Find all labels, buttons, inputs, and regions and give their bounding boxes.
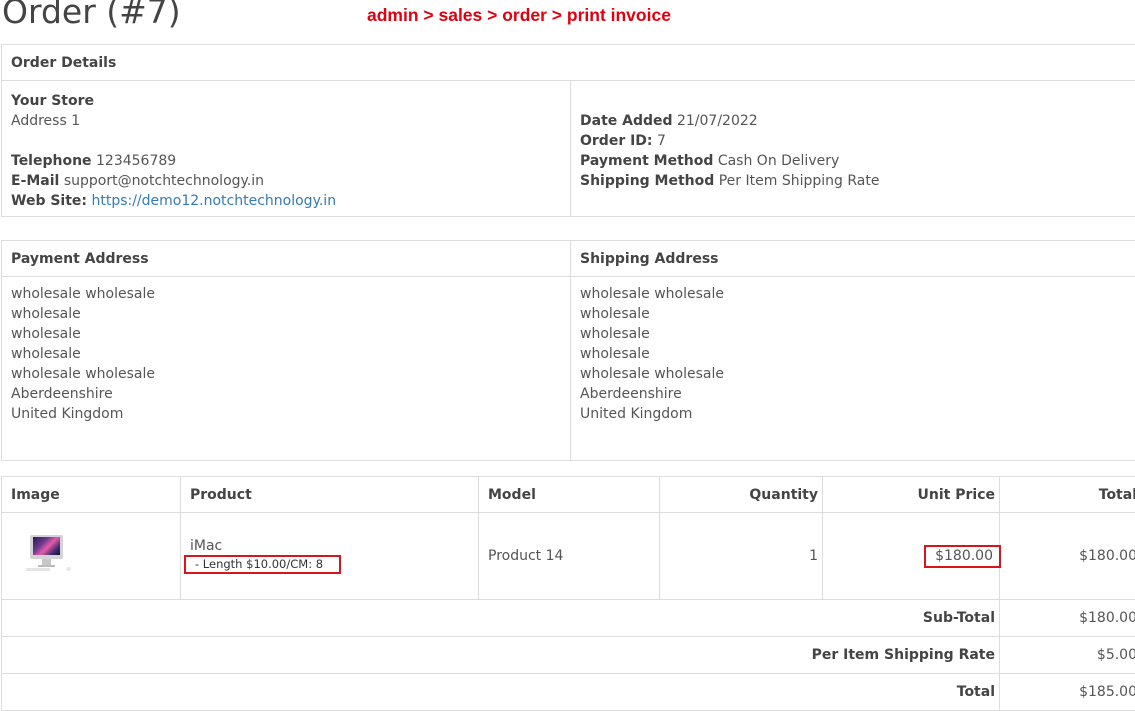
- address-line: wholesale: [11, 344, 570, 364]
- product-unit-price-cell: $180.00: [823, 513, 1000, 600]
- store-info: Your Store Address 1 Telephone 123456789…: [2, 81, 571, 217]
- col-image: Image: [2, 477, 181, 513]
- store-name: Your Store: [11, 93, 94, 109]
- payment-method-label: Payment Method: [580, 153, 713, 169]
- address-line: wholesale wholesale: [580, 364, 1135, 384]
- order-details-table: Order Details Your Store Address 1 Telep…: [1, 44, 1135, 217]
- order-id-value: 7: [657, 133, 666, 149]
- address-line: wholesale: [580, 324, 1135, 344]
- product-option-highlight: - Length $10.00/CM: 8: [184, 555, 341, 574]
- address-line: United Kingdom: [580, 404, 1135, 424]
- imac-product-image: [24, 535, 78, 577]
- col-unit-price: Unit Price: [823, 477, 1000, 513]
- address-line: wholesale wholesale: [11, 364, 570, 384]
- website-label: Web Site:: [11, 193, 87, 209]
- product-name-cell: iMac - Length $10.00/CM: 8: [181, 513, 479, 600]
- address-line: wholesale: [580, 344, 1135, 364]
- address-line: United Kingdom: [11, 404, 570, 424]
- subtotal-label: Sub-Total: [2, 600, 1000, 637]
- product-unit-price: $180.00: [935, 548, 993, 564]
- address-line: wholesale wholesale: [11, 284, 570, 304]
- order-id-label: Order ID:: [580, 133, 653, 149]
- address-line: wholesale wholesale: [580, 284, 1135, 304]
- total-value: $185.00: [1000, 674, 1135, 711]
- telephone-value: 123456789: [96, 153, 176, 169]
- product-model: Product 14: [479, 513, 660, 600]
- address-line: Aberdeenshire: [11, 384, 570, 404]
- table-row: iMac - Length $10.00/CM: 8 Product 14 1 …: [2, 513, 1135, 600]
- col-model: Model: [479, 477, 660, 513]
- product-total: $180.00: [1000, 513, 1135, 600]
- page-title: Order (#7): [2, 0, 181, 31]
- product-option: - Length $10.00/CM: 8: [195, 557, 323, 571]
- shipping-address: wholesale wholesale wholesale wholesale …: [571, 277, 1135, 461]
- product-name: iMac: [190, 538, 478, 554]
- total-row: Total $185.00: [2, 674, 1135, 711]
- email-value: support@notchtechnology.in: [64, 173, 264, 189]
- addresses-table: Payment Address Shipping Address wholesa…: [1, 240, 1135, 461]
- store-address: Address 1: [11, 113, 80, 129]
- payment-address-heading: Payment Address: [2, 241, 571, 277]
- shipping-label: Per Item Shipping Rate: [2, 637, 1000, 674]
- payment-method-value: Cash On Delivery: [718, 153, 839, 169]
- subtotal-value: $180.00: [1000, 600, 1135, 637]
- email-label: E-Mail: [11, 173, 59, 189]
- address-line: wholesale: [580, 304, 1135, 324]
- address-line: wholesale: [11, 324, 570, 344]
- address-line: wholesale: [11, 304, 570, 324]
- order-details-heading: Order Details: [2, 45, 1135, 81]
- col-quantity: Quantity: [660, 477, 823, 513]
- unit-price-highlight: $180.00: [924, 545, 1001, 568]
- shipping-method-label: Shipping Method: [580, 173, 714, 189]
- shipping-method-value: Per Item Shipping Rate: [719, 173, 880, 189]
- date-added-label: Date Added: [580, 113, 673, 129]
- website-link[interactable]: https://demo12.notchtechnology.in: [91, 193, 336, 209]
- col-total: Total: [1000, 477, 1135, 513]
- address-line: Aberdeenshire: [580, 384, 1135, 404]
- shipping-row: Per Item Shipping Rate $5.00: [2, 637, 1135, 674]
- product-quantity: 1: [660, 513, 823, 600]
- product-image-cell: [2, 513, 181, 600]
- subtotal-row: Sub-Total $180.00: [2, 600, 1135, 637]
- breadcrumb-annotation: admin > sales > order > print invoice: [367, 5, 671, 26]
- date-added-value: 21/07/2022: [677, 113, 758, 129]
- shipping-value: $5.00: [1000, 637, 1135, 674]
- telephone-label: Telephone: [11, 153, 92, 169]
- products-table: Image Product Model Quantity Unit Price …: [1, 476, 1135, 711]
- col-product: Product: [181, 477, 479, 513]
- payment-address: wholesale wholesale wholesale wholesale …: [2, 277, 571, 461]
- shipping-address-heading: Shipping Address: [571, 241, 1135, 277]
- order-info: Date Added 21/07/2022 Order ID: 7 Paymen…: [571, 81, 1135, 217]
- total-label: Total: [2, 674, 1000, 711]
